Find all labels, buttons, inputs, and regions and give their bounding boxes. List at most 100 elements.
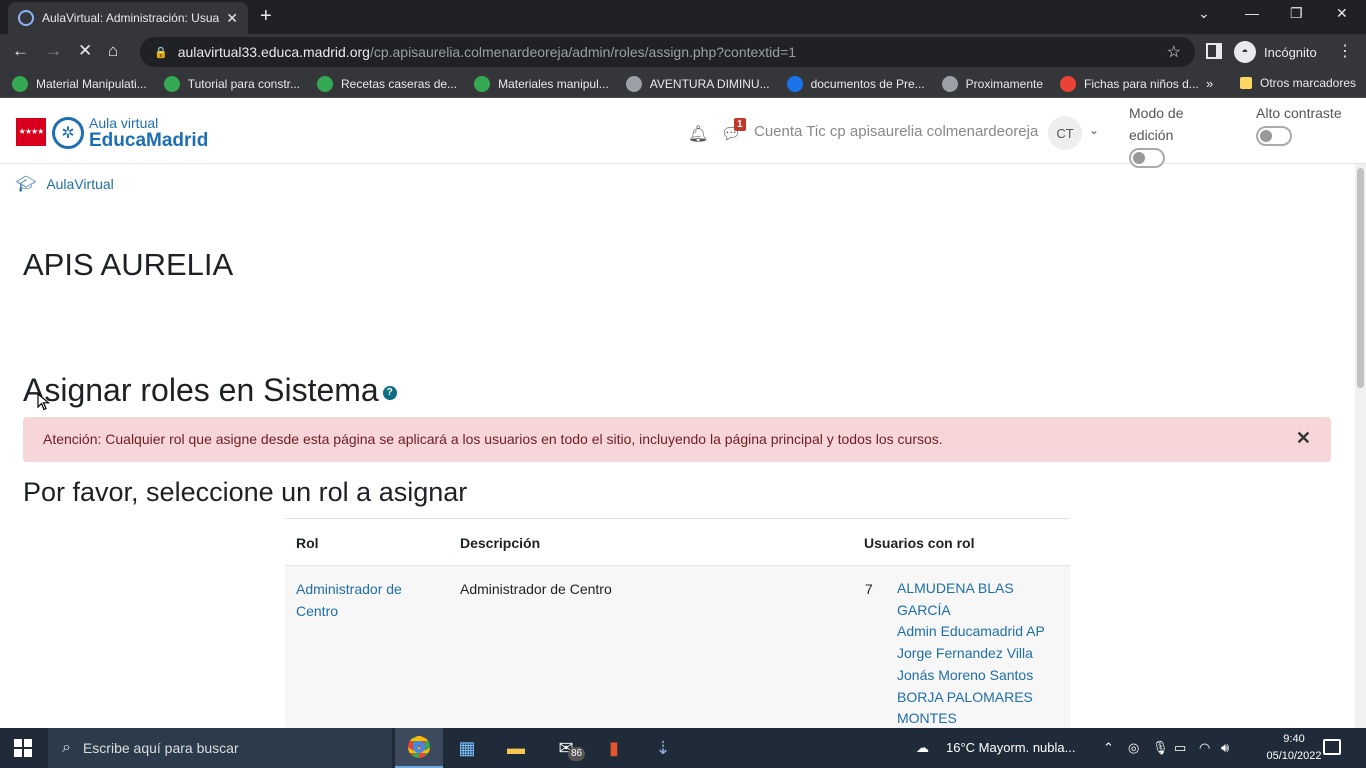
help-icon[interactable]: ? <box>382 385 397 400</box>
browser-menu-icon[interactable]: ⋮ <box>1337 41 1353 61</box>
edit-mode-toggle[interactable] <box>1129 148 1165 168</box>
warning-alert: Atención: Cualquier rol que asigne desde… <box>23 417 1331 462</box>
microsoft-store-icon[interactable]: ▦ <box>443 728 491 768</box>
stop-loading-icon[interactable]: ✕ <box>78 41 92 61</box>
user-link[interactable]: Admin Educamadrid AP <box>897 621 1067 643</box>
table-header-row: Rol Descripción Usuarios con rol <box>285 519 1070 566</box>
bookmark-favicon-icon <box>625 75 642 92</box>
wifi-icon[interactable]: ◠ <box>1199 740 1210 756</box>
bookmark-favicon-icon <box>941 75 958 92</box>
close-tab-icon[interactable]: ✕ <box>226 10 238 27</box>
bookmark-item[interactable]: Proximamente <box>941 75 1043 92</box>
weather-text[interactable]: 16°C Mayorm. nubla... <box>946 740 1075 755</box>
profile-label: Incógnito <box>1264 44 1317 60</box>
forward-icon[interactable]: → <box>45 41 62 61</box>
browser-tab[interactable]: AulaVirtual: Administración: Usuarios ✕ <box>8 2 248 34</box>
taskbar-clock[interactable]: 9:40 05/10/2022 <box>1264 731 1324 765</box>
user-link[interactable]: ALMUDENA BLAS GARCÍA <box>897 578 1067 621</box>
chevron-up-icon[interactable]: ⌃ <box>1103 740 1114 756</box>
edit-mode-label: Modo de edición <box>1129 105 1184 143</box>
url-host: aulavirtual33.educa.madrid.org <box>177 44 370 60</box>
file-explorer-icon[interactable]: ▬ <box>492 728 540 768</box>
mouse-cursor-icon <box>37 393 51 411</box>
logo-line-2[interactable]: EducaMadrid <box>89 130 208 152</box>
column-header-role: Rol <box>296 535 319 551</box>
windows-start-icon[interactable] <box>14 739 32 757</box>
bookmark-item[interactable]: Tutorial para constr... <box>163 75 300 92</box>
user-link[interactable]: BORJA PALOMARES MONTES <box>897 687 1067 730</box>
bookmarks-bar: Material Manipulati... Tutorial para con… <box>0 70 1366 98</box>
microphone-icon[interactable]: 🎙︎ <box>1152 740 1169 756</box>
bookmark-favicon-icon <box>317 75 333 92</box>
alert-text: Atención: Cualquier rol que asigne desde… <box>43 431 943 447</box>
restore-icon[interactable]: ❐ <box>1290 5 1303 22</box>
user-avatar[interactable]: CT <box>1048 116 1082 150</box>
notifications-bell-icon[interactable]: 🔔︎ <box>688 124 708 144</box>
bookmark-label: Recetas caseras de... <box>341 76 458 91</box>
more-bookmarks-icon[interactable]: » <box>1206 76 1213 91</box>
volume-icon[interactable]: 🔊︎ <box>1221 740 1229 756</box>
meet-now-icon[interactable]: ◎ <box>1128 740 1139 756</box>
bookmark-label: AVENTURA DIMINU... <box>649 76 770 91</box>
logo-line-1[interactable]: Aula virtual <box>89 115 158 131</box>
bookmark-item[interactable]: Recetas caseras de... <box>317 75 458 92</box>
column-header-description: Descripción <box>460 535 541 551</box>
close-icon[interactable]: ✕ <box>1296 428 1311 449</box>
bookmark-favicon-icon <box>12 75 28 92</box>
site-header: ★★★★ ✲ Aula virtual EducaMadrid 🔔︎ 💬︎ 1 … <box>0 98 1366 168</box>
minimize-icon[interactable]: — <box>1245 5 1259 21</box>
page-scrollbar[interactable] <box>1355 164 1366 728</box>
chevron-down-icon[interactable]: ⌄ <box>1089 123 1099 137</box>
bookmark-label: Fichas para niños d... <box>1084 76 1199 91</box>
high-contrast-toggle[interactable] <box>1256 126 1292 146</box>
side-panel-icon[interactable] <box>1206 43 1222 59</box>
other-bookmarks-label: Otros marcadores <box>1260 76 1357 90</box>
user-link[interactable]: Jorge Fernandez Villa <box>897 643 1067 665</box>
url-path: /cp.apisaurelia.colmenardeoreja/admin/ro… <box>369 44 797 60</box>
comunidad-madrid-logo[interactable]: ★★★★ <box>16 118 46 146</box>
home-icon[interactable]: ⌂ <box>108 41 118 61</box>
loading-favicon-icon <box>18 10 34 26</box>
section-heading: Por favor, seleccione un rol a asignar <box>23 477 468 507</box>
new-tab-icon[interactable]: + <box>260 5 272 28</box>
edit-mode-control: Modo de edición <box>1129 102 1229 168</box>
battery-icon[interactable]: ▭ <box>1174 740 1186 756</box>
bookmark-item[interactable]: Materiales manipul... <box>474 75 609 92</box>
bookmark-item[interactable]: AVENTURA DIMINU... <box>625 75 770 92</box>
bookmark-item[interactable]: Fichas para niños d... <box>1060 75 1199 92</box>
tab-search-icon[interactable]: ⌄ <box>1198 5 1210 22</box>
incognito-profile-button[interactable]: ◓ Incógnito <box>1234 38 1317 66</box>
bookmark-label: Materiales manipul... <box>498 76 609 91</box>
users-list: ALMUDENA BLAS GARCÍA Admin Educamadrid A… <box>897 578 1067 730</box>
lock-icon[interactable]: 🔒 <box>154 46 168 59</box>
chrome-taskbar-icon[interactable] <box>395 728 443 768</box>
mail-count-badge: 86 <box>568 747 586 761</box>
browser-toolbar: ← → ✕ ⌂ 🔒 aulavirtual33.educa.madrid.org… <box>0 34 1366 70</box>
close-window-icon[interactable]: ✕ <box>1336 5 1348 22</box>
back-icon[interactable]: ← <box>12 41 29 61</box>
incognito-icon: ◓ <box>1234 41 1256 63</box>
scrollbar-thumb[interactable] <box>1357 168 1364 388</box>
high-contrast-label: Alto contraste <box>1256 105 1342 121</box>
app-icon[interactable]: ⇣ <box>639 728 687 768</box>
address-bar[interactable]: 🔒 aulavirtual33.educa.madrid.org/cp.apis… <box>140 37 1195 67</box>
user-link[interactable]: Jonás Moreno Santos <box>897 665 1067 687</box>
user-menu-name[interactable]: Cuenta Tic cp apisaurelia colmenardeorej… <box>754 123 1038 140</box>
taskbar-search-placeholder: Escribe aquí para buscar <box>82 740 239 756</box>
clock-time: 9:40 <box>1283 733 1305 745</box>
bookmark-star-icon[interactable]: ☆ <box>1167 42 1181 62</box>
role-link[interactable]: Administrador de Centro <box>296 578 436 622</box>
taskbar-search-input[interactable]: ⌕ Escribe aquí para buscar <box>48 728 392 768</box>
bookmark-item[interactable]: Material Manipulati... <box>12 75 147 92</box>
weather-icon[interactable]: ☁ <box>916 740 929 756</box>
other-bookmarks-folder[interactable]: Otros marcadores <box>1240 76 1356 90</box>
office-icon[interactable]: ▮ <box>590 728 638 768</box>
breadcrumb: 🎓︎ AulaVirtual <box>16 174 114 194</box>
breadcrumb-home-link[interactable]: AulaVirtual <box>46 176 113 192</box>
bookmark-favicon-icon <box>163 75 180 92</box>
notifications-icon[interactable] <box>1323 739 1341 755</box>
bookmark-item[interactable]: documentos de Pre... <box>786 75 925 92</box>
page-title: Asignar roles en Sistema? <box>23 372 397 409</box>
mail-icon[interactable]: ✉ 86 <box>542 728 590 768</box>
educamadrid-logo-icon[interactable]: ✲ <box>52 117 84 149</box>
